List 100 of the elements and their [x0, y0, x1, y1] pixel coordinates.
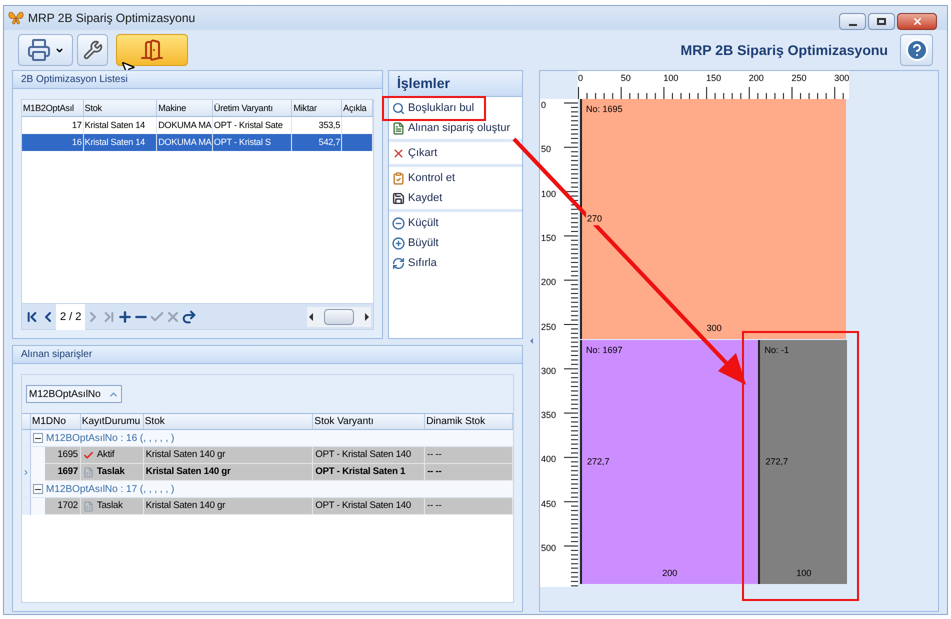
- table-cell: Taslak: [80, 498, 144, 515]
- action-item[interactable]: Çıkart: [389, 143, 440, 163]
- close-icon: [392, 146, 405, 160]
- column-header[interactable]: Üretim Varyantı: [212, 100, 292, 116]
- ruler-label: 450: [541, 498, 556, 511]
- table-row[interactable]: 16 Kristal Saten 14 DOKUMA MA OPT - Kristal S 542,7: [22, 134, 373, 151]
- ruler-label: 100: [663, 72, 678, 85]
- table-row[interactable]: 1702 Taslak Kristal Saten 140 gr OPT - Kristal Saten 140 -- --: [22, 498, 513, 515]
- clipboard-check-icon: [392, 172, 405, 184]
- exit-button[interactable]: [116, 34, 188, 66]
- group-row-label: M12BOptAsılNo : 17 (, , , , , ): [46, 483, 174, 497]
- table-row[interactable]: 1697 Taslak Kristal Saten 140 gr OPT - Kristal Saten 1 -- --: [22, 464, 513, 481]
- action-item[interactable]: Büyült: [389, 233, 442, 253]
- column-header[interactable]: Stok Varyantı: [313, 414, 426, 429]
- ruler-label: 0: [578, 72, 584, 85]
- table-cell: OPT - Kristal Saten 1: [313, 464, 426, 481]
- table-cell: 1697: [44, 464, 81, 481]
- piece-width: 300: [706, 322, 722, 336]
- ruler-label: 200: [541, 276, 556, 290]
- table-cell: Kristal Saten 14: [84, 134, 158, 151]
- ruler-label: 150: [541, 232, 556, 245]
- table-cell: Kristal Saten 140 gr: [144, 464, 314, 481]
- ruler-label: 400: [541, 453, 556, 466]
- horizontal-scrollbar[interactable]: [307, 306, 371, 326]
- ruler-label: 350: [541, 409, 556, 422]
- panel-header: İşlemler: [389, 71, 522, 97]
- caret-icon: [55, 46, 64, 54]
- column-header[interactable]: Açıkla: [342, 100, 373, 116]
- table-cell: 16: [22, 134, 84, 151]
- ruler-label: 300: [834, 72, 850, 85]
- piece-width: 200: [662, 567, 678, 580]
- refresh-icon: [392, 256, 405, 270]
- table-cell: Taslak: [80, 464, 144, 481]
- wrench-icon: [82, 40, 102, 60]
- column-header[interactable]: Stok: [84, 100, 158, 116]
- cut-piece[interactable]: No: -1 272,7 100: [758, 340, 848, 584]
- action-item[interactable]: Küçült: [389, 213, 442, 233]
- piece-height: 270: [586, 212, 604, 226]
- table-cell: OPT - Kristal Saten 140: [313, 447, 426, 464]
- table-cell: 542,7: [292, 134, 342, 151]
- piece-number: No: 1697: [586, 344, 623, 357]
- table-cell: -- --: [425, 498, 513, 515]
- piece-width: 100: [796, 567, 812, 580]
- refresh-icon[interactable]: [181, 308, 198, 324]
- action-item[interactable]: Alınan sipariş oluştur: [389, 118, 514, 138]
- cut-piece[interactable]: No: 1695 270 300: [580, 99, 846, 339]
- ruler-label: 300: [541, 364, 556, 378]
- row-indicator-icon: [22, 468, 30, 477]
- ruler-label: 200: [748, 72, 764, 85]
- ruler-label: 50: [620, 72, 631, 85]
- ruler-label: 50: [541, 143, 552, 156]
- column-header[interactable]: KayıtDurumu: [80, 414, 144, 429]
- form-title: MRP 2B Sipariş Optimizasyonu: [680, 40, 888, 60]
- piece-number: No: -1: [764, 344, 789, 357]
- search-icon: [392, 102, 405, 114]
- butterfly-icon: [8, 11, 24, 25]
- column-header[interactable]: Stok: [144, 414, 314, 429]
- printer-icon: [27, 38, 51, 62]
- group-by-chip[interactable]: M12BOptAsılNo: [26, 385, 122, 403]
- window-title: MRP 2B Sipariş Optimizasyonu: [28, 10, 196, 27]
- settings-button[interactable]: [77, 34, 108, 66]
- table-cell: -- --: [425, 447, 513, 464]
- column-header[interactable]: Miktar: [292, 100, 342, 116]
- ruler-label: 0: [541, 99, 546, 112]
- ruler-label: 500: [541, 542, 556, 555]
- collapse-toggle[interactable]: [33, 433, 43, 443]
- panel-header: 2B Optimizasyon Listesi: [13, 71, 382, 89]
- action-item[interactable]: Boşlukları bul: [389, 98, 478, 118]
- minus-circle-icon: [392, 216, 405, 230]
- page-indicator: 2 / 2: [56, 304, 86, 330]
- action-item[interactable]: Sıfırla: [389, 253, 440, 273]
- ruler-label: 100: [541, 188, 556, 201]
- cut-piece[interactable]: No: 1697 272,7 200: [580, 340, 758, 584]
- panel-header: Alınan siparişler: [13, 346, 522, 364]
- column-header[interactable]: M1B2OptAsıl: [22, 100, 84, 116]
- table-cell: OPT - Kristal S: [212, 134, 292, 151]
- table-cell: -- --: [425, 464, 513, 481]
- table-cell: Kristal Saten 140 gr: [144, 498, 314, 515]
- collapse-toggle[interactable]: [33, 484, 43, 494]
- table-row[interactable]: 1695 Aktif Kristal Saten 140 gr OPT - Kristal Saten 140 -- --: [22, 447, 513, 464]
- action-item[interactable]: Kontrol et: [389, 168, 458, 188]
- piece-number: No: 1695: [586, 103, 623, 116]
- action-item[interactable]: Kaydet: [389, 188, 446, 208]
- close-button[interactable]: [897, 12, 937, 30]
- column-header[interactable]: Dinamik Stok: [425, 414, 514, 429]
- door-icon: [140, 38, 164, 62]
- table-cell: 1695: [44, 447, 81, 464]
- ruler-label: 250: [541, 320, 556, 334]
- maximize-button[interactable]: [868, 12, 895, 30]
- ruler-label: 150: [706, 72, 722, 85]
- plus-circle-icon: [392, 236, 405, 250]
- table-cell: Aktif: [80, 447, 144, 464]
- help-icon: [904, 38, 928, 62]
- column-header[interactable]: M1DNo: [30, 414, 81, 429]
- help-button[interactable]: [900, 34, 933, 66]
- table-cell: Kristal Saten 140 gr: [144, 447, 314, 464]
- minimize-button[interactable]: [839, 12, 866, 30]
- add-icon[interactable]: [117, 308, 134, 324]
- print-button[interactable]: [18, 34, 73, 66]
- column-header[interactable]: Makine: [157, 100, 213, 116]
